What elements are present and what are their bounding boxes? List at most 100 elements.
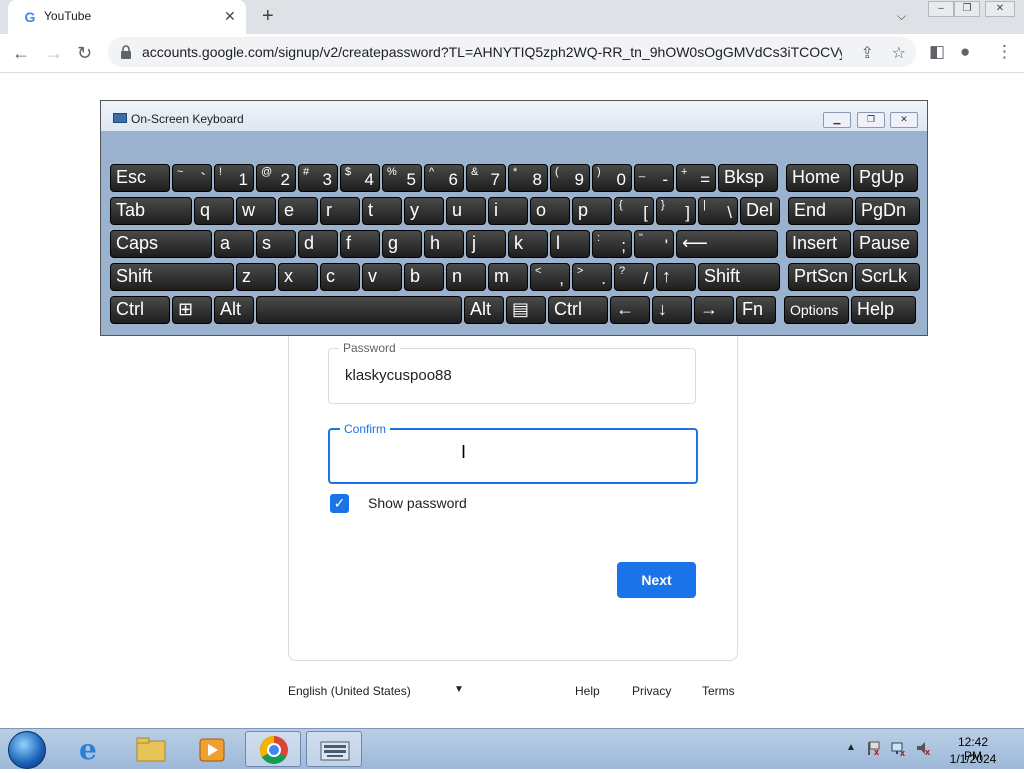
network-icon[interactable]: x	[891, 740, 907, 756]
show-hidden-icons-icon[interactable]: ▲	[846, 742, 856, 753]
osk-key-2-11[interactable]: " '	[634, 230, 674, 258]
internet-explorer-icon[interactable]: e	[62, 731, 118, 767]
volume-muted-icon[interactable]: x	[916, 740, 932, 756]
osk-titlebar[interactable]: On-Screen Keyboard ▁ ❐ ✕	[101, 101, 927, 131]
osk-key-3-3[interactable]: c	[320, 263, 360, 291]
tab-youtube[interactable]: G YouTube ✕	[8, 0, 246, 34]
osk-key-2-12[interactable]: ⟵	[676, 230, 778, 258]
osk-key-1-8[interactable]: i	[488, 197, 528, 225]
osk-key-0-2[interactable]: ! 1	[214, 164, 254, 192]
osk-key-3-0[interactable]: Shift	[110, 263, 234, 291]
forward-icon[interactable]: →	[45, 43, 63, 64]
osk-key-2-13[interactable]: Insert	[786, 230, 851, 258]
tab-close-icon[interactable]: ✕	[224, 8, 236, 25]
osk-key-0-5[interactable]: $4	[340, 164, 380, 192]
osk-key-3-6[interactable]: n	[446, 263, 486, 291]
bookmark-star-icon[interactable]: ☆	[892, 45, 906, 62]
osk-key-4-4[interactable]: Alt	[464, 296, 504, 324]
osk-key-3-13[interactable]: PrtScn	[788, 263, 853, 291]
osk-key-2-9[interactable]: l	[550, 230, 590, 258]
osk-restore-button[interactable]: ❐	[857, 112, 885, 128]
osk-close-button[interactable]: ✕	[890, 112, 918, 128]
language-selector[interactable]: English (United States)	[288, 684, 411, 698]
osk-key-2-7[interactable]: j	[466, 230, 506, 258]
address-bar[interactable]: accounts.google.com/signup/v2/createpass…	[108, 37, 916, 67]
show-password-label[interactable]: Show password	[368, 495, 467, 511]
osk-key-1-6[interactable]: y	[404, 197, 444, 225]
osk-key-4-5[interactable]: ▤	[506, 296, 546, 324]
osk-key-3-14[interactable]: ScrLk	[855, 263, 920, 291]
osk-key-2-5[interactable]: g	[382, 230, 422, 258]
language-dropdown-icon[interactable]: ▼	[454, 684, 464, 695]
osk-key-3-11[interactable]: ↑	[656, 263, 696, 291]
osk-key-4-11[interactable]: Options	[784, 296, 849, 324]
osk-key-1-0[interactable]: Tab	[110, 197, 192, 225]
osk-key-4-7[interactable]: ←	[610, 296, 650, 324]
file-explorer-icon[interactable]	[123, 731, 179, 767]
osk-key-0-14[interactable]: Bksp	[718, 164, 778, 192]
osk-key-0-1[interactable]: ~ `	[172, 164, 212, 192]
osk-key-0-8[interactable]: & 7	[466, 164, 506, 192]
osk-minimize-button[interactable]: ▁	[823, 112, 851, 128]
osk-key-0-16[interactable]: PgUp	[853, 164, 918, 192]
osk-key-4-8[interactable]: ↓	[652, 296, 692, 324]
profile-avatar-icon[interactable]: ●	[960, 42, 970, 62]
menu-kebab-icon[interactable]: ⋮	[996, 42, 1013, 62]
osk-key-3-1[interactable]: z	[236, 263, 276, 291]
osk-key-4-12[interactable]: Help	[851, 296, 916, 324]
osk-key-3-10[interactable]: ? /	[614, 263, 654, 291]
osk-key-1-2[interactable]: w	[236, 197, 276, 225]
osk-key-3-8[interactable]: <,	[530, 263, 570, 291]
osk-key-0-7[interactable]: ^ 6	[424, 164, 464, 192]
osk-key-0-11[interactable]: ) 0	[592, 164, 632, 192]
osk-key-0-3[interactable]: @2	[256, 164, 296, 192]
osk-key-3-5[interactable]: b	[404, 263, 444, 291]
osk-key-4-2[interactable]: Alt	[214, 296, 254, 324]
osk-key-1-4[interactable]: r	[320, 197, 360, 225]
osk-key-1-11[interactable]: {[	[614, 197, 654, 225]
osk-key-2-14[interactable]: Pause	[853, 230, 918, 258]
osk-key-1-7[interactable]: u	[446, 197, 486, 225]
osk-key-0-15[interactable]: Home	[786, 164, 851, 192]
osk-key-2-10[interactable]: :;	[592, 230, 632, 258]
share-icon[interactable]: ⇪	[860, 45, 873, 62]
osk-key-4-9[interactable]: →	[694, 296, 734, 324]
osk-key-2-8[interactable]: k	[508, 230, 548, 258]
osk-key-3-7[interactable]: m	[488, 263, 528, 291]
password-input[interactable]: klaskycuspoo88	[345, 367, 452, 384]
osk-key-2-1[interactable]: a	[214, 230, 254, 258]
osk-key-1-5[interactable]: t	[362, 197, 402, 225]
lock-icon[interactable]	[120, 45, 132, 59]
osk-key-1-12[interactable]: }]	[656, 197, 696, 225]
osk-key-0-6[interactable]: % 5	[382, 164, 422, 192]
next-button[interactable]: Next	[617, 562, 696, 598]
back-icon[interactable]: ←	[12, 43, 30, 64]
new-tab-button[interactable]: +	[262, 5, 274, 28]
chrome-icon[interactable]	[245, 731, 301, 767]
osk-key-0-9[interactable]: * 8	[508, 164, 548, 192]
privacy-link[interactable]: Privacy	[632, 684, 671, 698]
start-button[interactable]	[8, 731, 46, 769]
reload-icon[interactable]: ↻	[77, 43, 92, 64]
osk-key-3-9[interactable]: >.	[572, 263, 612, 291]
osk-key-0-12[interactable]: _ -	[634, 164, 674, 192]
osk-key-2-0[interactable]: Caps	[110, 230, 212, 258]
terms-link[interactable]: Terms	[702, 684, 735, 698]
osk-key-0-13[interactable]: + =	[676, 164, 716, 192]
minimize-window-button[interactable]: –	[928, 1, 954, 17]
tab-search-chevron-icon[interactable]: ⌵	[897, 9, 906, 24]
osk-key-4-0[interactable]: Ctrl	[110, 296, 170, 324]
osk-key-1-10[interactable]: p	[572, 197, 612, 225]
media-player-icon[interactable]	[184, 731, 240, 767]
osk-key-4-10[interactable]: Fn	[736, 296, 776, 324]
osk-key-4-1[interactable]: ⊞	[172, 296, 212, 324]
osk-key-1-14[interactable]: Del	[740, 197, 780, 225]
osk-key-1-16[interactable]: PgDn	[855, 197, 920, 225]
osk-key-2-3[interactable]: d	[298, 230, 338, 258]
osk-key-4-6[interactable]: Ctrl	[548, 296, 608, 324]
url-text[interactable]: accounts.google.com/signup/v2/createpass…	[142, 44, 842, 60]
on-screen-keyboard-taskbar-icon[interactable]	[306, 731, 362, 767]
restore-window-button[interactable]: ❐	[954, 1, 980, 17]
osk-key-2-2[interactable]: s	[256, 230, 296, 258]
osk-key-2-4[interactable]: f	[340, 230, 380, 258]
